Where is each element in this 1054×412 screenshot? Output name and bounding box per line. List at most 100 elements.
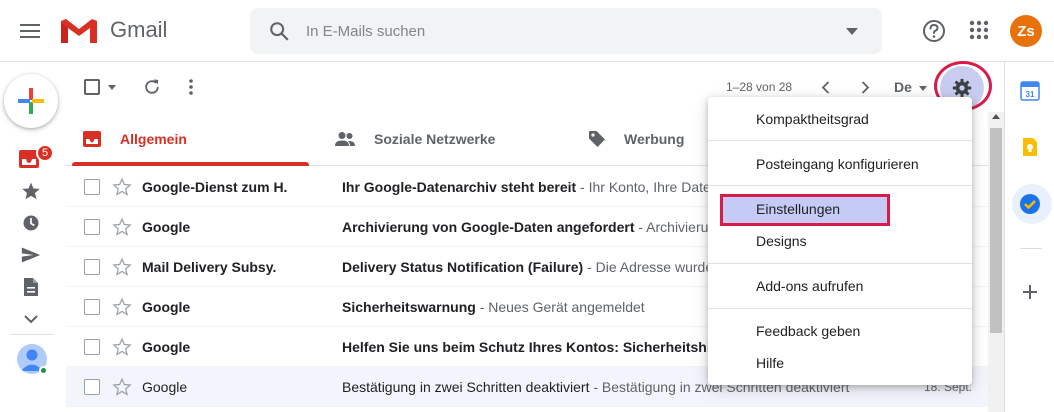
next-page-icon[interactable] <box>861 81 870 94</box>
settings-menu: Kompaktheitsgrad Posteingang konfigurier… <box>708 97 972 385</box>
email-snippet: - Archivierun <box>634 219 717 235</box>
main-menu-button[interactable] <box>12 13 48 49</box>
input-tools-label: De <box>894 79 912 95</box>
menu-item-settings[interactable]: Einstellungen <box>708 193 972 225</box>
email-select-checkbox[interactable] <box>84 299 100 315</box>
help-icon <box>923 20 945 42</box>
select-all-checkbox[interactable] <box>84 79 100 95</box>
email-snippet: - Die Adresse wurde <box>583 259 714 275</box>
menu-item-help-label: Hilfe <box>756 355 785 371</box>
email-subject: Helfen Sie uns beim Schutz Ihres Kontos:… <box>342 339 720 355</box>
apps-grid-icon <box>969 20 989 40</box>
email-sender: Google <box>142 219 191 235</box>
menu-item-get-addons[interactable]: Add-ons aufrufen <box>708 270 972 302</box>
sent-icon <box>21 247 41 263</box>
menu-divider <box>708 140 972 141</box>
drafts-icon <box>24 278 38 296</box>
email-sender: Google <box>142 299 191 315</box>
email-select-checkbox[interactable] <box>84 219 100 235</box>
more-icon <box>24 314 38 323</box>
tab-promotions-label: Werbung <box>624 131 685 147</box>
menu-divider <box>708 263 972 264</box>
help-button[interactable] <box>920 17 948 45</box>
star-icon[interactable] <box>112 177 132 197</box>
email-select-checkbox[interactable] <box>84 339 100 355</box>
main-menu-icon <box>20 24 40 38</box>
pagination-count: 1–28 von 28 <box>726 80 793 94</box>
get-addons-button[interactable] <box>1017 279 1043 305</box>
input-tools-language[interactable]: De <box>894 79 927 95</box>
calendar-addon[interactable]: 31 <box>1017 78 1043 104</box>
online-status-dot <box>39 366 48 375</box>
email-select-checkbox[interactable] <box>84 179 100 195</box>
tab-promotions[interactable]: Werbung <box>588 112 684 166</box>
star-icon[interactable] <box>112 257 132 277</box>
search-icon[interactable] <box>268 20 290 42</box>
email-select-checkbox[interactable] <box>84 259 100 275</box>
active-tab-indicator <box>72 162 309 166</box>
starred-icon <box>22 182 40 200</box>
search-bar[interactable] <box>250 8 882 54</box>
app-name: Gmail <box>110 17 168 42</box>
account-avatar[interactable]: Zs <box>1010 15 1042 47</box>
email-subject: Delivery Status Notification (Failure) <box>342 259 584 275</box>
star-icon[interactable] <box>112 297 132 317</box>
tag-icon <box>589 131 605 147</box>
menu-item-feedback-label: Feedback geben <box>756 323 861 339</box>
search-input[interactable] <box>306 8 806 54</box>
email-snippet: - Ihr Konto, Ihre Daten <box>576 179 719 195</box>
keep-icon <box>1023 138 1037 156</box>
tasks-addon[interactable] <box>1017 191 1043 217</box>
side-panel <box>1004 62 1054 412</box>
menu-item-settings-label: Einstellungen <box>756 201 841 217</box>
prev-page-icon[interactable] <box>821 81 830 94</box>
inbox-unread-badge: 5 <box>36 144 54 162</box>
tab-primary-label: Allgemein <box>120 131 187 147</box>
nav-drafts[interactable] <box>18 274 44 300</box>
gmail-logo[interactable] <box>60 17 98 45</box>
refresh-icon[interactable] <box>142 77 162 97</box>
keep-addon[interactable] <box>1017 134 1043 160</box>
menu-item-configure-inbox[interactable]: Posteingang konfigurieren <box>708 148 972 180</box>
tab-social[interactable]: Soziale Netzwerke <box>334 112 495 166</box>
email-subject: Sicherheitswarnung <box>342 299 476 315</box>
star-icon[interactable] <box>112 377 132 397</box>
menu-item-help[interactable]: Hilfe <box>708 347 972 379</box>
compose-button[interactable] <box>4 74 58 128</box>
tab-primary[interactable]: Allgemein <box>82 112 187 166</box>
email-sender: Mail Delivery Subsy. <box>142 259 277 275</box>
menu-item-density[interactable]: Kompaktheitsgrad <box>708 103 972 135</box>
email-subject: Bestätigung in zwei Schritten deaktivier… <box>342 379 590 395</box>
email-sender: Google-Dienst zum H. <box>142 179 288 195</box>
people-icon <box>335 132 355 146</box>
menu-divider <box>708 308 972 309</box>
star-icon[interactable] <box>112 217 132 237</box>
scrollbar-thumb[interactable] <box>990 128 1002 333</box>
email-select-checkbox[interactable] <box>84 379 100 395</box>
star-icon[interactable] <box>112 337 132 357</box>
rail-divider <box>10 334 54 335</box>
inbox-tab-icon <box>83 131 101 147</box>
menu-item-feedback[interactable]: Feedback geben <box>708 315 972 347</box>
menu-item-configure-inbox-label: Posteingang konfigurieren <box>756 156 919 172</box>
email-snippet: - Neues Gerät angemeldet <box>475 299 645 315</box>
nav-more[interactable] <box>18 306 44 332</box>
more-vert-icon[interactable] <box>188 78 194 96</box>
tab-social-label: Soziale Netzwerke <box>374 131 496 147</box>
nav-starred[interactable] <box>18 178 44 204</box>
menu-item-themes-label: Designs <box>756 233 807 249</box>
menu-item-themes[interactable]: Designs <box>708 225 972 257</box>
apps-button[interactable] <box>966 17 992 43</box>
select-dropdown-icon[interactable] <box>108 85 116 90</box>
add-addon-icon <box>1023 285 1037 299</box>
search-options-icon[interactable] <box>846 28 858 35</box>
tasks-icon <box>1020 194 1040 214</box>
input-tools-dropdown-icon <box>918 85 927 91</box>
calendar-icon: 31 <box>1020 81 1040 101</box>
scroll-up-arrow-icon[interactable] <box>992 114 1000 119</box>
calendar-day: 31 <box>1026 90 1035 99</box>
email-subject: Archivierung von Google-Daten angeforder… <box>342 219 635 235</box>
email-sender: Google <box>142 379 188 395</box>
nav-sent[interactable] <box>18 242 44 268</box>
nav-snoozed[interactable] <box>18 210 44 236</box>
